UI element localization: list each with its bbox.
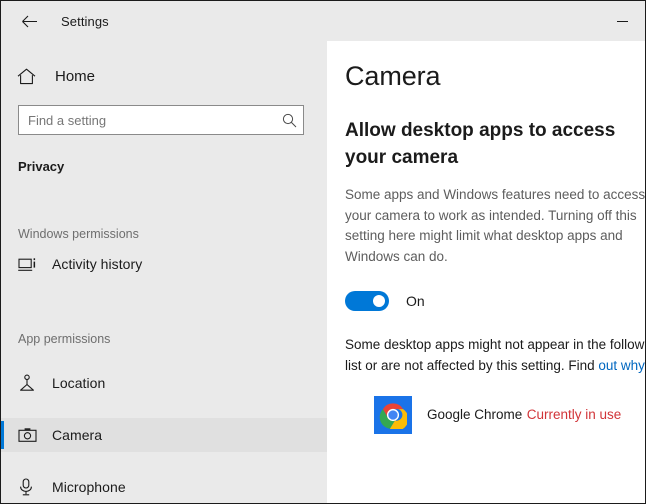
app-name: Google Chrome (427, 407, 522, 422)
camera-access-toggle-row: On (345, 291, 645, 311)
section-description: Some apps and Windows features need to a… (345, 185, 645, 267)
sidebar-item-home[interactable]: Home (1, 58, 327, 94)
toggle-state-label: On (406, 293, 425, 309)
camera-access-toggle[interactable] (345, 291, 389, 311)
sidebar-item-location[interactable]: Location (1, 366, 327, 400)
window-title: Settings (61, 14, 109, 29)
page-title: Camera (345, 61, 645, 92)
back-arrow-icon (21, 15, 38, 28)
search-input[interactable] (18, 105, 304, 135)
sidebar-item-label: Camera (52, 427, 102, 443)
settings-window: Settings Home (0, 0, 646, 504)
sidebar-item-label: Location (52, 375, 105, 391)
find-out-why-link[interactable]: out why (598, 358, 645, 373)
search-box (18, 105, 304, 135)
search-icon[interactable] (275, 106, 303, 134)
desktop-apps-note: Some desktop apps might not appear in th… (345, 335, 645, 376)
sidebar-group-heading-windows-permissions: Windows permissions (18, 227, 327, 241)
activity-history-icon (18, 256, 40, 272)
camera-icon (18, 427, 40, 443)
sidebar-item-camera[interactable]: Camera (1, 418, 327, 452)
sidebar-home-label: Home (55, 68, 95, 85)
home-icon (17, 68, 45, 85)
minimize-button[interactable] (599, 1, 645, 41)
section-heading: Allow desktop apps to access your camera (345, 117, 635, 171)
location-icon (18, 374, 40, 392)
sidebar-item-label: Microphone (52, 479, 126, 495)
sidebar-item-microphone[interactable]: Microphone (1, 470, 327, 504)
sidebar-item-label: Activity history (52, 256, 142, 272)
chrome-icon (374, 396, 412, 434)
minimize-icon (617, 21, 628, 22)
app-list-item[interactable]: Google Chrome Currently in use (345, 396, 645, 434)
app-status: Currently in use (527, 407, 622, 422)
caption-buttons (599, 1, 645, 41)
sidebar-item-activity-history[interactable]: Activity history (1, 247, 327, 281)
title-bar: Settings (1, 1, 645, 41)
sidebar-group-heading-app-permissions: App permissions (18, 332, 327, 346)
back-button[interactable] (7, 5, 51, 37)
sidebar-section-title: Privacy (18, 159, 327, 174)
app-info: Google Chrome Currently in use (427, 406, 621, 424)
toggle-knob (373, 295, 385, 307)
main-content: Camera Allow desktop apps to access your… (327, 41, 645, 504)
sidebar: Home Privacy Windows permissions (1, 41, 327, 504)
microphone-icon (18, 478, 40, 496)
